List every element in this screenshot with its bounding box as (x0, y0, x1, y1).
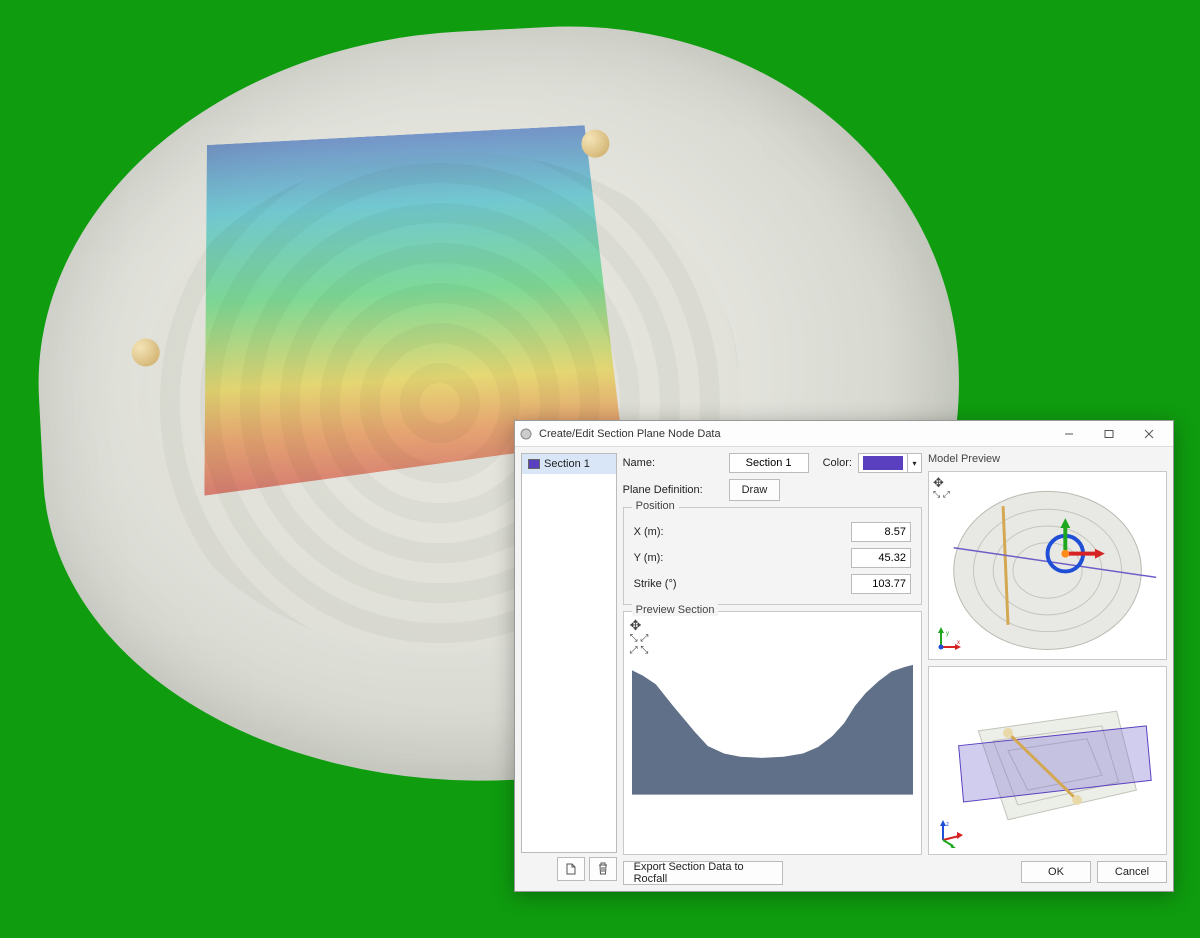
svg-text:x: x (957, 640, 960, 646)
preview-nav-controls[interactable]: ✥ ⤡ ⤢ ⤢ ⤡ (630, 618, 915, 656)
close-button[interactable] (1129, 421, 1169, 447)
minimize-button[interactable] (1049, 421, 1089, 447)
color-chip (863, 456, 903, 470)
y-input[interactable] (851, 548, 911, 568)
dropdown-arrow-icon: ▾ (907, 454, 921, 472)
x-input[interactable] (851, 522, 911, 542)
section-color-swatch (528, 459, 540, 469)
axis-triad-3d-icon: z (935, 818, 965, 848)
dialog-titlebar: Create/Edit Section Plane Node Data (515, 421, 1173, 447)
draw-button[interactable]: Draw (729, 479, 781, 501)
position-fieldset: Position X (m): Y (m): Strike (°) (623, 507, 922, 605)
axis-triad-icon: y x (935, 623, 965, 653)
model-preview-top[interactable]: ✥ ⤡ ⤢ (928, 471, 1167, 660)
model-preview-3d[interactable]: z (928, 666, 1167, 855)
sections-list[interactable]: Section 1 (521, 453, 617, 853)
maximize-button[interactable] (1089, 421, 1129, 447)
cancel-button[interactable]: Cancel (1097, 861, 1167, 883)
zoom-icon[interactable]: ⤡ ⤢ (933, 490, 950, 499)
ok-button[interactable]: OK (1021, 861, 1091, 883)
y-label: Y (m): (634, 552, 851, 564)
color-label: Color: (823, 457, 852, 469)
svg-text:z: z (946, 822, 949, 828)
section-profile-chart (632, 654, 913, 795)
section-plane-dialog: Create/Edit Section Plane Node Data Sect… (514, 420, 1174, 892)
sections-list-item[interactable]: Section 1 (522, 454, 616, 474)
preview-section-panel: Preview Section ✥ ⤡ ⤢ ⤢ ⤡ (623, 611, 922, 855)
pan-icon[interactable]: ✥ (630, 618, 915, 632)
app-icon (519, 427, 533, 441)
sections-list-column: Section 1 (521, 453, 617, 885)
zoom-in-icon[interactable]: ⤡ ⤢ (630, 634, 915, 644)
dialog-title: Create/Edit Section Plane Node Data (539, 428, 1049, 440)
name-label: Name: (623, 457, 723, 469)
section-item-label: Section 1 (544, 458, 590, 470)
delete-section-button[interactable] (589, 857, 617, 881)
name-input[interactable] (729, 453, 809, 473)
pan-icon[interactable]: ✥ (933, 476, 950, 489)
position-legend: Position (632, 500, 679, 512)
model-preview-label: Model Preview (928, 453, 1167, 465)
x-label: X (m): (634, 526, 851, 538)
plane-definition-label: Plane Definition: (623, 484, 723, 496)
preview-nav-controls-top[interactable]: ✥ ⤡ ⤢ (933, 476, 950, 499)
preview-section-legend: Preview Section (632, 604, 719, 616)
svg-text:y: y (946, 631, 949, 637)
seeder-sphere-right (581, 129, 610, 158)
strike-input[interactable] (851, 574, 911, 594)
color-picker[interactable]: ▾ (858, 453, 922, 473)
add-section-button[interactable] (557, 857, 585, 881)
export-button[interactable]: Export Section Data to Rocfall (623, 861, 783, 885)
strike-label: Strike (°) (634, 578, 851, 590)
